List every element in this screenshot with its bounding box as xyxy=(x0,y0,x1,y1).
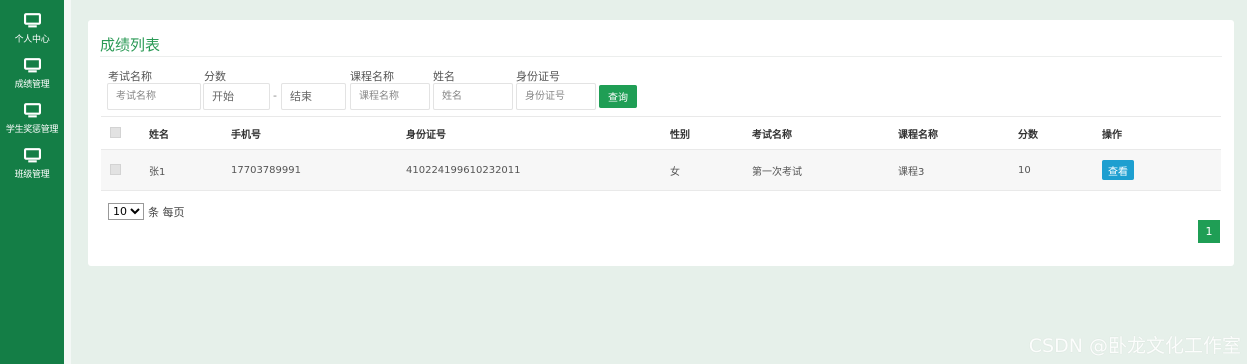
id-number-label: 身份证号 xyxy=(516,70,560,83)
column-header: 姓名 xyxy=(149,116,231,150)
watermark: CSDN @卧龙文化工作室 xyxy=(1028,335,1241,357)
monitor-icon xyxy=(23,103,41,118)
select-all-cell xyxy=(101,116,149,150)
table-header-row: 姓名 手机号 身份证号 性别 考试名称 课程名称 分数 操作 xyxy=(101,116,1221,150)
sidebar-item-label: 个人中心 xyxy=(14,35,50,45)
select-all-checkbox[interactable] xyxy=(110,127,121,139)
name-input[interactable] xyxy=(433,83,513,110)
table-row: 张1 17703789991 410224199610232011 女 第一次考… xyxy=(101,149,1221,191)
score-end-input[interactable] xyxy=(281,83,346,110)
column-header: 性别 xyxy=(670,116,752,150)
monitor-icon xyxy=(23,148,41,163)
score-label: 分数 xyxy=(204,70,226,83)
column-header: 操作 xyxy=(1102,116,1221,150)
cell-id-number: 410224199610232011 xyxy=(406,149,670,191)
title-divider xyxy=(100,56,1222,57)
score-range-separator: - xyxy=(273,89,277,102)
exam-name-input[interactable] xyxy=(107,83,201,110)
sidebar-item-label: 成绩管理 xyxy=(14,80,50,90)
column-header: 分数 xyxy=(1018,116,1102,150)
cell-name: 张1 xyxy=(149,149,231,191)
sidebar-item-class-management[interactable]: 班级管理 xyxy=(0,135,64,180)
page-size-control: 10 条 每页 xyxy=(108,203,185,220)
row-select-cell xyxy=(101,149,149,191)
monitor-icon xyxy=(23,58,41,73)
column-header: 考试名称 xyxy=(752,116,898,150)
column-header: 课程名称 xyxy=(898,116,1018,150)
name-label: 姓名 xyxy=(433,70,455,83)
search-button[interactable]: 查询 xyxy=(599,85,637,108)
cell-phone: 17703789991 xyxy=(231,149,406,191)
sidebar-item-personal-center[interactable]: 个人中心 xyxy=(0,0,64,45)
monitor-icon xyxy=(23,13,41,28)
cell-score: 10 xyxy=(1018,149,1102,191)
pagination-page-button[interactable]: 1 xyxy=(1198,220,1220,243)
score-table: 姓名 手机号 身份证号 性别 考试名称 课程名称 分数 操作 张1 177037… xyxy=(101,116,1221,191)
column-header: 身份证号 xyxy=(406,116,670,150)
row-checkbox[interactable] xyxy=(110,164,121,176)
page-size-suffix: 条 每页 xyxy=(148,205,185,219)
score-list-card: 成绩列表 考试名称 分数 - 课程名称 姓名 身份证号 查询 姓名 手机号 身份… xyxy=(88,20,1234,266)
course-name-label: 课程名称 xyxy=(350,70,394,83)
sidebar-divider xyxy=(64,0,71,364)
cell-action: 查看 xyxy=(1102,149,1221,191)
cell-course-name: 课程3 xyxy=(898,149,1018,191)
sidebar: 个人中心 成绩管理 学生奖惩管理 班级管理 xyxy=(0,0,64,364)
sidebar-item-score-management[interactable]: 成绩管理 xyxy=(0,45,64,90)
column-header: 手机号 xyxy=(231,116,406,150)
cell-gender: 女 xyxy=(670,149,752,191)
sidebar-item-student-rewards[interactable]: 学生奖惩管理 xyxy=(0,90,64,135)
exam-name-label: 考试名称 xyxy=(108,70,152,83)
score-start-input[interactable] xyxy=(203,83,270,110)
sidebar-item-label: 班级管理 xyxy=(14,170,50,180)
cell-exam-name: 第一次考试 xyxy=(752,149,898,191)
sidebar-item-label: 学生奖惩管理 xyxy=(5,125,59,135)
page-size-select[interactable]: 10 xyxy=(108,203,144,220)
view-button[interactable]: 查看 xyxy=(1102,160,1134,180)
page-title: 成绩列表 xyxy=(100,36,161,54)
course-name-input[interactable] xyxy=(350,83,430,110)
id-number-input[interactable] xyxy=(516,83,596,110)
